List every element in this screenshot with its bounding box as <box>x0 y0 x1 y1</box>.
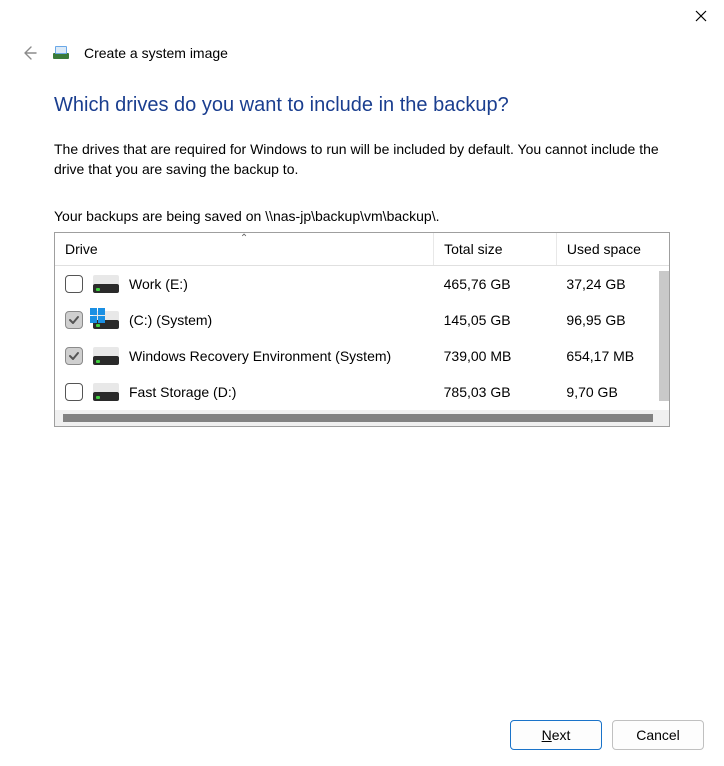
column-header-used[interactable]: Used space <box>556 233 669 266</box>
drive-name: Work (E:) <box>129 276 188 292</box>
back-arrow-icon <box>21 45 37 61</box>
drive-name: Fast Storage (D:) <box>129 384 236 400</box>
page-description: The drives that are required for Windows… <box>54 139 670 180</box>
drive-row[interactable]: Work (E:) 465,76 GB37,24 GB <box>55 265 669 302</box>
drive-total-size: 785,03 GB <box>434 374 557 410</box>
column-header-drive[interactable]: Drive ⌃ <box>55 233 434 266</box>
drive-total-size: 465,76 GB <box>434 265 557 302</box>
drive-name: (C:) (System) <box>129 312 212 328</box>
column-header-total[interactable]: Total size <box>434 233 557 266</box>
window-title: Create a system image <box>84 45 228 61</box>
drive-icon <box>93 275 119 293</box>
column-header-drive-label: Drive <box>65 241 98 257</box>
close-icon <box>695 10 707 22</box>
page-heading: Which drives do you want to include in t… <box>54 94 670 117</box>
cancel-button[interactable]: Cancel <box>612 720 704 750</box>
drive-row[interactable]: (C:) (System) 145,05 GB96,95 GB <box>55 302 669 338</box>
next-button[interactable]: Next <box>510 720 602 750</box>
vertical-scrollbar[interactable] <box>659 271 669 401</box>
drive-row[interactable]: Windows Recovery Environment (System) 739… <box>55 338 669 374</box>
drive-icon <box>93 383 119 401</box>
drive-name: Windows Recovery Environment (System) <box>129 348 391 364</box>
sort-indicator-icon: ⌃ <box>240 233 248 244</box>
close-button[interactable] <box>678 0 724 32</box>
horizontal-scrollbar-thumb[interactable] <box>63 414 653 422</box>
drive-total-size: 145,05 GB <box>434 302 557 338</box>
horizontal-scrollbar-track[interactable] <box>55 410 669 426</box>
drives-grid: Drive ⌃ Total size Used space Work (E:) 4… <box>54 232 670 427</box>
system-image-icon <box>52 44 70 62</box>
drive-icon <box>93 347 119 365</box>
drive-checkbox <box>65 311 83 329</box>
drive-total-size: 739,00 MB <box>434 338 557 374</box>
drive-used-space: 96,95 GB <box>556 302 669 338</box>
column-header-used-label: Used space <box>567 241 641 257</box>
drive-checkbox[interactable] <box>65 383 83 401</box>
back-button[interactable] <box>20 44 38 62</box>
drive-checkbox[interactable] <box>65 275 83 293</box>
drive-checkbox <box>65 347 83 365</box>
drive-windows-icon <box>93 311 119 329</box>
drive-used-space: 37,24 GB <box>556 265 669 302</box>
save-location-line: Your backups are being saved on \\nas-jp… <box>54 208 670 224</box>
drive-used-space: 654,17 MB <box>556 338 669 374</box>
drive-used-space: 9,70 GB <box>556 374 669 410</box>
column-header-total-label: Total size <box>444 241 502 257</box>
drive-row[interactable]: Fast Storage (D:) 785,03 GB9,70 GB <box>55 374 669 410</box>
